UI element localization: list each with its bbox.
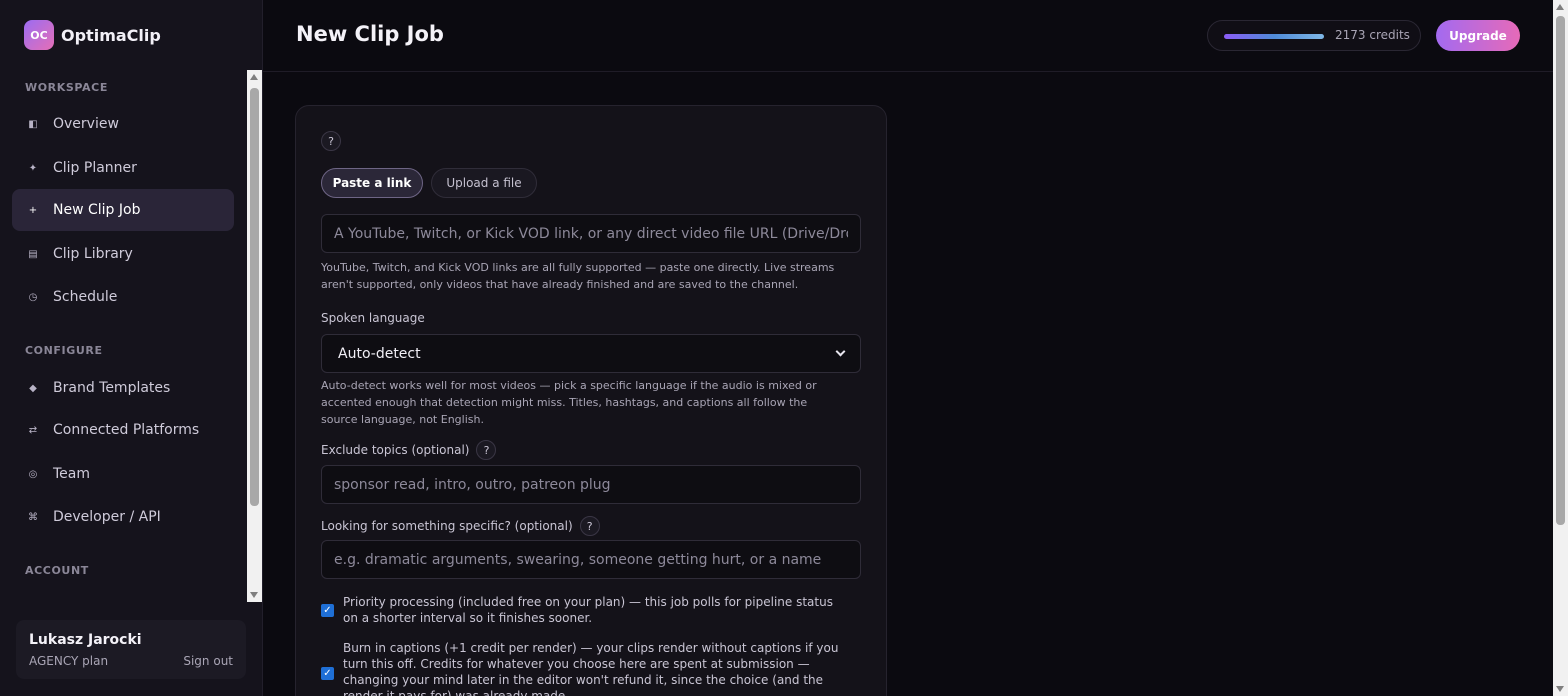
exclude-topics-input[interactable] — [321, 465, 861, 504]
burn-captions-text: Burn in captions (+1 credit per render) … — [343, 641, 839, 696]
overview-icon: ◧ — [28, 118, 38, 130]
sidebar-item-new-clip-job[interactable]: + New Clip Job — [12, 189, 234, 231]
priority-processing-checkbox[interactable]: ✓ — [321, 603, 334, 617]
brand[interactable]: OC OptimaClip — [24, 20, 161, 50]
sidebar-nav: WORKSPACE ◧ Overview ✦ Clip Planner + Ne… — [0, 70, 247, 602]
sidebar-item-brand-templates[interactable]: ◆ Brand Templates — [12, 367, 234, 409]
diamond-icon: ◆ — [29, 382, 37, 394]
url-hint: YouTube, Twitch, and Kick VOD links are … — [321, 261, 835, 291]
exclude-topics-label-text: Exclude topics (optional) — [321, 443, 470, 457]
credits-bar-fill — [1224, 34, 1324, 39]
credits-indicator: 2173 credits — [1207, 20, 1421, 51]
spoken-language-select[interactable]: Auto-detect — [321, 334, 861, 373]
priority-processing-text: Priority processing (included free on yo… — [343, 595, 833, 625]
swap-icon: ⇄ — [28, 424, 38, 436]
new-clip-job-form: ? Paste a link Upload a file YouTube, Tw… — [295, 105, 887, 696]
specific-search-input[interactable] — [321, 540, 861, 579]
tab-upload-file[interactable]: Upload a file — [431, 168, 537, 198]
burn-captions-checkbox[interactable]: ✓ — [321, 667, 334, 680]
spoken-language-value: Auto-detect — [338, 345, 421, 362]
credits-text: 2173 credits — [1335, 28, 1410, 42]
sidebar-scrollbar[interactable] — [247, 70, 262, 602]
team-icon: ◎ — [28, 468, 38, 480]
tab-paste-link[interactable]: Paste a link — [321, 168, 423, 198]
specific-search-label-text: Looking for something specific? (optiona… — [321, 519, 573, 533]
scroll-up-icon[interactable] — [1556, 4, 1564, 10]
library-icon: ▤ — [28, 248, 38, 260]
section-configure: CONFIGURE — [25, 344, 103, 357]
sidebar-item-label: Team — [53, 466, 91, 482]
spoken-language-label: Spoken language — [321, 311, 425, 325]
sign-out-link[interactable]: Sign out — [183, 654, 233, 668]
video-url-input[interactable] — [321, 214, 861, 253]
spoken-language-label-text: Spoken language — [321, 311, 425, 325]
sidebar: OC OptimaClip WORKSPACE ◧ Overview ✦ Cli… — [0, 0, 263, 696]
user-card: Lukasz Jarocki AGENCY plan Sign out — [16, 620, 246, 679]
sidebar-item-label: Clip Library — [53, 246, 133, 262]
priority-processing-option: ✓ Priority processing (included free on … — [321, 594, 851, 626]
help-icon[interactable]: ? — [579, 516, 600, 536]
sidebar-item-label: New Clip Job — [53, 202, 141, 218]
sidebar-item-connected-platforms[interactable]: ⇄ Connected Platforms — [12, 409, 234, 451]
sidebar-item-label: Developer / API — [53, 509, 161, 525]
scroll-up-icon[interactable] — [250, 74, 258, 80]
clock-icon: ◷ — [28, 291, 38, 303]
sidebar-item-clip-library[interactable]: ▤ Clip Library — [12, 233, 234, 275]
burn-captions-option: ✓ Burn in captions (+1 credit per render… — [321, 640, 851, 696]
brand-name: OptimaClip — [61, 25, 161, 45]
scroll-down-icon[interactable] — [1556, 686, 1564, 692]
sidebar-item-developer-api[interactable]: ⌘ Developer / API — [12, 496, 234, 538]
scroll-down-icon[interactable] — [250, 592, 258, 598]
section-account: ACCOUNT — [25, 564, 89, 577]
plus-icon: + — [28, 204, 38, 216]
chevron-down-icon — [835, 346, 846, 357]
user-name: Lukasz Jarocki — [29, 632, 142, 648]
scrollbar-thumb[interactable] — [1556, 16, 1565, 525]
exclude-topics-label: Exclude topics (optional) ? — [321, 440, 497, 460]
scrollbar-thumb[interactable] — [250, 88, 259, 506]
sidebar-item-overview[interactable]: ◧ Overview — [12, 103, 234, 145]
sparkle-icon: ✦ — [28, 162, 38, 174]
command-icon: ⌘ — [28, 511, 38, 523]
sidebar-item-clip-planner[interactable]: ✦ Clip Planner — [12, 147, 234, 189]
help-icon[interactable]: ? — [321, 131, 341, 151]
help-icon[interactable]: ? — [476, 440, 497, 460]
specific-search-label: Looking for something specific? (optiona… — [321, 516, 600, 536]
sidebar-item-label: Clip Planner — [53, 160, 137, 176]
page-scrollbar[interactable] — [1553, 0, 1568, 696]
sidebar-item-label: Schedule — [53, 289, 118, 305]
sidebar-item-label: Overview — [53, 116, 119, 132]
sidebar-item-label: Connected Platforms — [53, 422, 200, 438]
brand-logo: OC — [24, 20, 54, 50]
upgrade-button[interactable]: Upgrade — [1436, 20, 1520, 51]
user-plan: AGENCY plan — [29, 654, 109, 668]
credits-bar — [1224, 34, 1324, 39]
language-hint: Auto-detect works well for most videos —… — [321, 379, 817, 426]
sidebar-item-label: Brand Templates — [53, 380, 171, 396]
page-title: New Clip Job — [296, 22, 444, 46]
sidebar-item-schedule[interactable]: ◷ Schedule — [12, 276, 234, 318]
header: New Clip Job 2173 credits Upgrade — [263, 0, 1553, 72]
sidebar-item-team[interactable]: ◎ Team — [12, 453, 234, 495]
section-workspace: WORKSPACE — [25, 81, 108, 94]
